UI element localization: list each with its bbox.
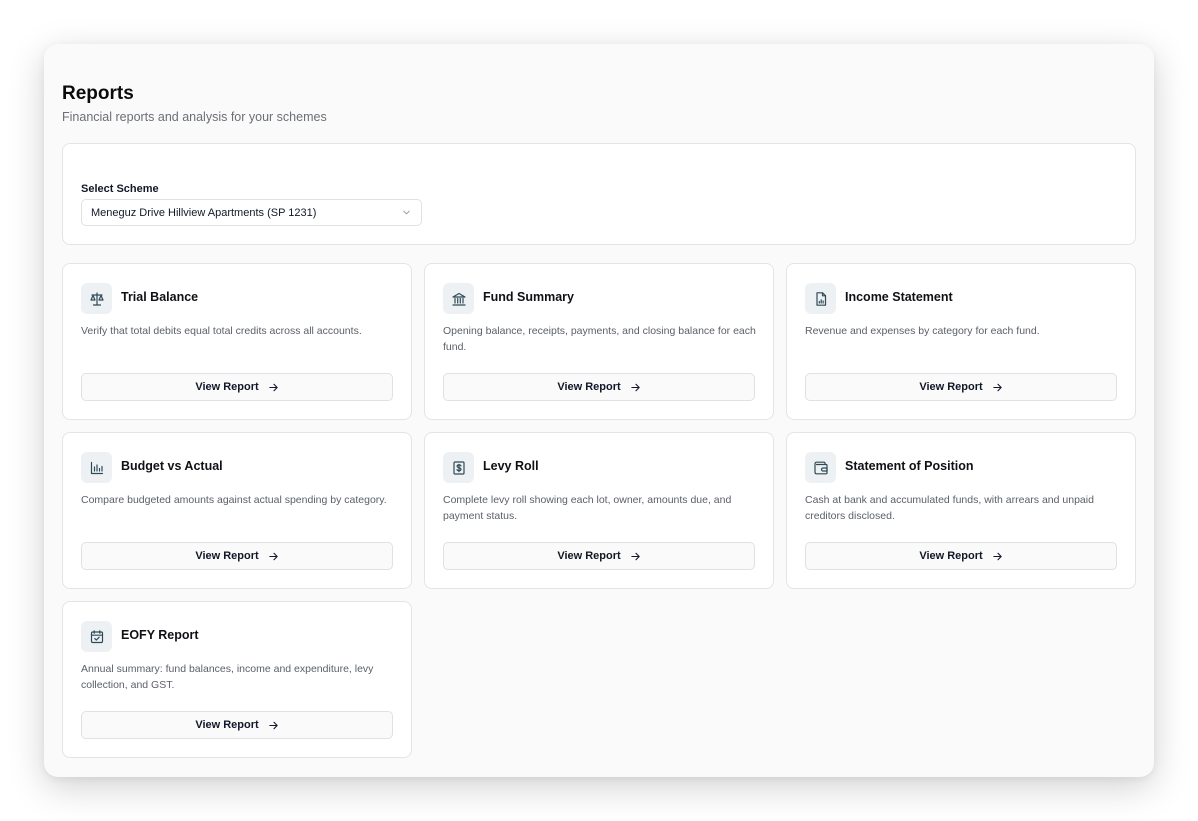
arrow-right-icon (992, 552, 1002, 560)
view-report-button[interactable]: View Report (81, 711, 393, 739)
report-card-income-statement: Income Statement Revenue and expenses by… (786, 263, 1136, 420)
arrow-right-icon (268, 552, 278, 560)
report-description: Opening balance, receipts, payments, and… (443, 325, 756, 353)
report-title: Fund Summary (483, 290, 574, 304)
view-report-button[interactable]: View Report (805, 542, 1117, 570)
report-card-statement-of-position: Statement of Position Cash at bank and a… (786, 432, 1136, 589)
report-description: Revenue and expenses by category for eac… (805, 325, 1040, 337)
scheme-select-value: Meneguz Drive Hillview Apartments (SP 12… (91, 206, 317, 219)
view-report-button[interactable]: View Report (805, 373, 1117, 401)
arrow-right-icon (268, 721, 278, 729)
arrow-right-icon (630, 552, 640, 560)
view-report-button[interactable]: View Report (443, 542, 755, 570)
view-report-label: View Report (557, 381, 621, 393)
view-report-label: View Report (195, 719, 259, 731)
view-report-label: View Report (195, 381, 259, 393)
chevron-down-icon (403, 210, 410, 215)
report-card-levy-roll: Levy Roll Complete levy roll showing eac… (424, 432, 774, 589)
report-description: Verify that total debits equal total cre… (81, 325, 362, 337)
scale-icon (81, 283, 112, 314)
page-subtitle: Financial reports and analysis for your … (62, 110, 327, 124)
report-title: Levy Roll (483, 459, 539, 473)
view-report-label: View Report (195, 550, 259, 562)
document-chart-icon (805, 283, 836, 314)
arrow-right-icon (630, 383, 640, 391)
report-description: Compare budgeted amounts against actual … (81, 494, 387, 506)
view-report-label: View Report (919, 381, 983, 393)
report-card-fund-summary: Fund Summary Opening balance, receipts, … (424, 263, 774, 420)
report-title: Trial Balance (121, 290, 199, 304)
view-report-button[interactable]: View Report (443, 373, 755, 401)
report-card-trial-balance: Trial Balance Verify that total debits e… (62, 263, 412, 420)
reports-window: Reports Financial reports and analysis f… (44, 44, 1154, 777)
view-report-button[interactable]: View Report (81, 373, 393, 401)
scheme-label: Select Scheme (81, 183, 159, 195)
report-title: Income Statement (845, 290, 953, 304)
report-description: Annual summary: fund balances, income an… (81, 663, 374, 691)
wallet-icon (805, 452, 836, 483)
view-report-label: View Report (557, 550, 621, 562)
report-title: Statement of Position (845, 459, 974, 473)
page-header: Reports Financial reports and analysis f… (62, 82, 327, 126)
report-title: Budget vs Actual (121, 459, 223, 473)
scheme-select[interactable]: Meneguz Drive Hillview Apartments (SP 12… (81, 199, 422, 226)
arrow-right-icon (268, 383, 278, 391)
view-report-button[interactable]: View Report (81, 542, 393, 570)
report-description: Complete levy roll showing each lot, own… (443, 494, 732, 522)
dollar-receipt-icon (443, 452, 474, 483)
scheme-selector-card: Select Scheme Meneguz Drive Hillview Apa… (62, 143, 1136, 245)
page-title: Reports (62, 83, 134, 104)
arrow-right-icon (992, 383, 1002, 391)
bar-chart-icon (81, 452, 112, 483)
report-title: EOFY Report (121, 628, 199, 642)
report-card-eofy-report: EOFY Report Annual summary: fund balance… (62, 601, 412, 758)
calendar-check-icon (81, 621, 112, 652)
report-description: Cash at bank and accumulated funds, with… (805, 494, 1094, 522)
report-card-budget-vs-actual: Budget vs Actual Compare budgeted amount… (62, 432, 412, 589)
bank-icon (443, 283, 474, 314)
view-report-label: View Report (919, 550, 983, 562)
